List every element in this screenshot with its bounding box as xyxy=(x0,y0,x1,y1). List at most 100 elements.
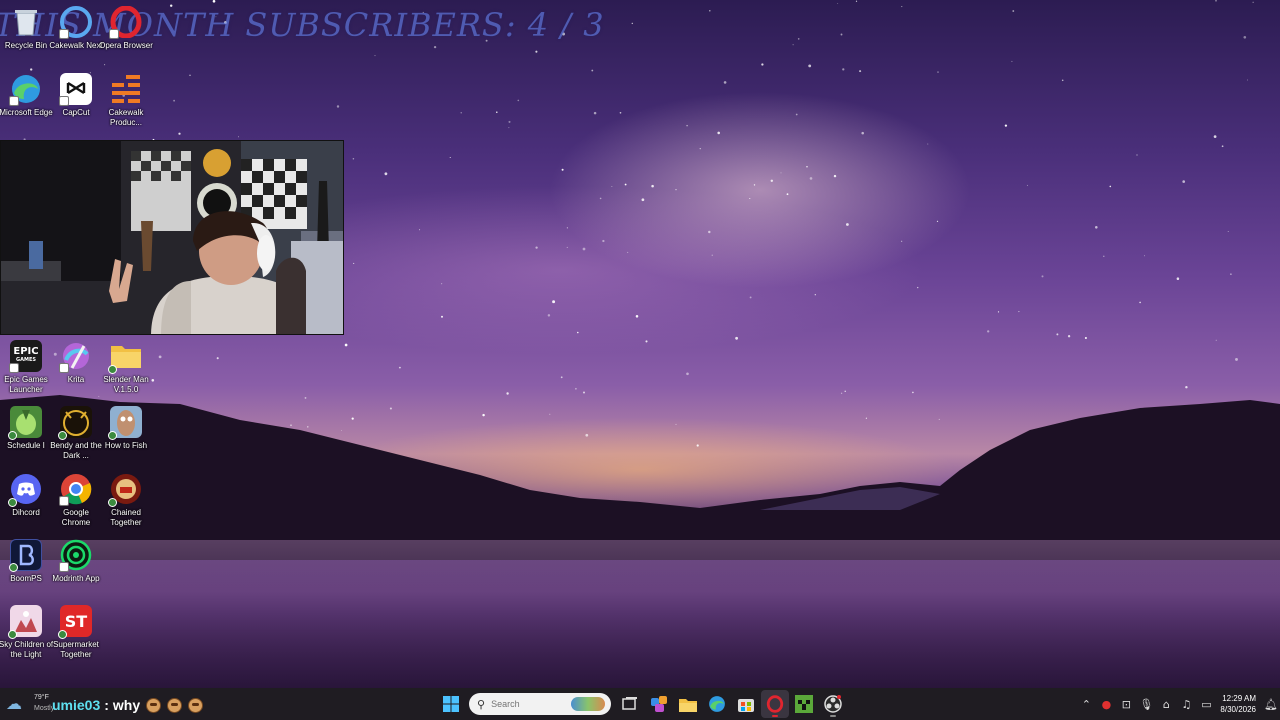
clock-date: 8/30/2026 xyxy=(1220,705,1256,714)
star xyxy=(997,311,1000,313)
star xyxy=(1215,339,1217,341)
desktop-icon-slender-man[interactable]: Slender Man V.1.5.0 xyxy=(100,340,152,400)
bendy-icon xyxy=(58,406,92,440)
star xyxy=(591,69,594,72)
file-explorer-button[interactable] xyxy=(674,690,702,718)
star xyxy=(708,230,711,234)
star xyxy=(433,45,437,49)
desktop-icon-dihcord[interactable]: Dihcord xyxy=(0,473,52,533)
desktop-icon-recycle-bin[interactable]: Recycle Bin xyxy=(0,6,52,66)
star xyxy=(901,6,903,8)
star xyxy=(619,111,622,114)
star xyxy=(1235,357,1238,361)
chat-text: why xyxy=(112,697,141,713)
desktop-icon-bendy[interactable]: Bendy and the Dark ... xyxy=(50,406,102,466)
desktop-icon-boomps[interactable]: BoomPS xyxy=(0,539,52,599)
star xyxy=(645,340,648,343)
search-icon: ⚲ xyxy=(477,697,486,711)
store-button[interactable] xyxy=(732,690,760,718)
wifi-icon: ⌂ xyxy=(1162,697,1170,711)
system-tray: ⌃ ● ⊡ 🎙︎ ⌂ ♫ ▭ 12:29 AM 8/30/2026 🔔︎ xyxy=(1076,688,1280,720)
notification-center-button[interactable]: 🔔︎ xyxy=(1262,698,1280,711)
tray-wifi[interactable]: ⌂ xyxy=(1156,688,1176,720)
desktop-icon-how-to-fish[interactable]: How to Fish xyxy=(100,406,152,466)
tray-volume[interactable]: ♫ xyxy=(1176,688,1196,720)
star xyxy=(809,177,813,180)
star xyxy=(780,172,782,174)
desktop-icon-modrinth[interactable]: Modrinth App xyxy=(50,539,102,599)
star xyxy=(1026,184,1028,186)
star xyxy=(1144,255,1145,257)
obs-button[interactable] xyxy=(819,690,847,718)
minecraft-icon xyxy=(794,695,813,713)
edge-icon xyxy=(9,73,42,106)
start-button[interactable] xyxy=(437,690,465,718)
star xyxy=(158,355,162,359)
schedule-i-icon xyxy=(8,406,42,440)
show-hidden-icons-button[interactable]: ⌃ xyxy=(1076,688,1096,720)
desktop-icon-supermarket-together[interactable]: ST Supermarket Together xyxy=(50,605,102,665)
desktop-icon-opera-browser[interactable]: Opera Browser xyxy=(99,6,153,66)
desktop-icon-cakewalk-producer[interactable]: Cakewalk Produc... xyxy=(100,73,152,133)
taskbar-pinned-apps: ⚲ xyxy=(436,688,847,720)
desktop-icon-cakewalk-next[interactable]: Cakewalk Next xyxy=(49,6,103,66)
star xyxy=(560,376,563,379)
desktop-icon-chained-together[interactable]: Chained Together xyxy=(100,473,152,533)
star xyxy=(593,111,597,115)
tray-network-icon[interactable]: ⊡ xyxy=(1116,688,1136,720)
desktop-icon-schedule-i[interactable]: Schedule I xyxy=(0,406,52,466)
star xyxy=(1061,79,1064,82)
star xyxy=(1095,226,1098,229)
desktop-icon-krita[interactable]: Krita xyxy=(50,340,102,400)
edge-taskbar-button[interactable] xyxy=(703,690,731,718)
minecraft-button[interactable] xyxy=(790,690,818,718)
opera-taskbar-button[interactable] xyxy=(760,690,789,718)
star xyxy=(723,81,727,84)
cakewalk-next-icon xyxy=(59,6,92,39)
desktop-icon-epic-games[interactable]: EPIC GAMES Epic Games Launcher xyxy=(0,340,52,400)
star xyxy=(770,179,774,183)
star xyxy=(1103,255,1105,258)
star xyxy=(1067,335,1071,338)
chat-username: umie03 xyxy=(52,697,101,713)
star xyxy=(352,157,355,160)
clock[interactable]: 12:29 AM 8/30/2026 xyxy=(1220,693,1256,715)
star xyxy=(552,300,556,304)
star xyxy=(641,198,645,202)
taskbar: ☁ 79°F Mostly... umie03 : why ⚲ Search ⌃… xyxy=(0,688,1280,720)
weather-cloud-icon: ☁ xyxy=(6,694,22,713)
star xyxy=(749,198,751,199)
star xyxy=(460,112,462,114)
star xyxy=(384,172,388,176)
star xyxy=(547,314,551,317)
task-view-button[interactable] xyxy=(616,690,644,718)
chevron-up-icon: ⌃ xyxy=(1081,697,1092,711)
desktop-icon-sky[interactable]: Sky Children of the Light xyxy=(0,605,53,665)
tray-app-icon[interactable]: ● xyxy=(1096,688,1116,720)
star xyxy=(577,331,579,334)
desktop-icon-microsoft-edge[interactable]: Microsoft Edge xyxy=(0,73,53,133)
tray-microphone[interactable]: 🎙︎ xyxy=(1136,688,1156,720)
star xyxy=(440,315,444,318)
chat-emote-icon xyxy=(146,697,162,713)
tray-battery[interactable]: ▭ xyxy=(1196,688,1216,720)
star xyxy=(1109,185,1112,188)
opera-icon xyxy=(109,6,142,39)
search-input[interactable] xyxy=(491,699,572,709)
chained-together-icon xyxy=(108,473,142,507)
cakewalk-producer-icon xyxy=(110,73,142,105)
star xyxy=(1246,79,1249,81)
weather-widget[interactable]: ☁ 79°F Mostly... xyxy=(6,692,60,716)
star xyxy=(709,10,711,12)
widgets-button[interactable] xyxy=(645,690,673,718)
star xyxy=(1230,273,1232,275)
star xyxy=(686,372,689,376)
star xyxy=(837,3,839,4)
star xyxy=(806,166,808,168)
star xyxy=(1215,0,1217,2)
desktop-icon-capcut[interactable]: CapCut xyxy=(50,73,102,133)
chat-separator: : xyxy=(104,697,109,713)
desktop-icon-google-chrome[interactable]: Google Chrome xyxy=(50,473,102,533)
star xyxy=(842,68,845,71)
taskbar-search[interactable]: ⚲ xyxy=(469,693,611,715)
